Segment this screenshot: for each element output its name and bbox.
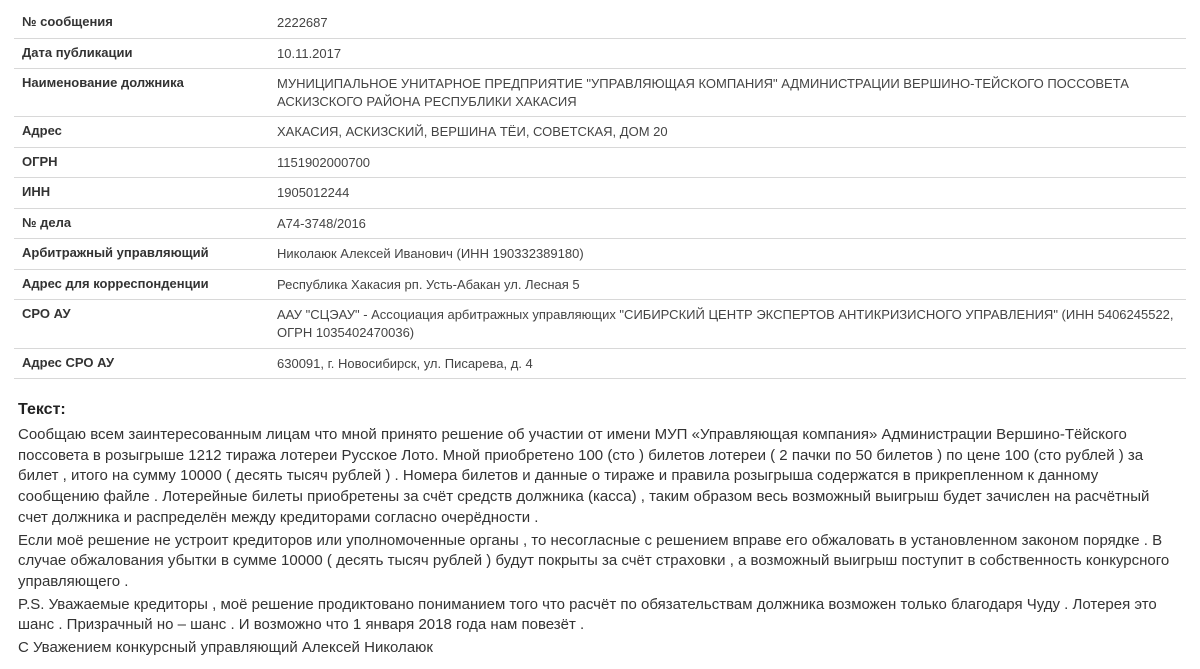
row-value: ХАКАСИЯ, АСКИЗСКИЙ, ВЕРШИНА ТЁИ, СОВЕТСК… bbox=[269, 117, 1186, 148]
text-paragraph: Если моё решение не устроит кредиторов и… bbox=[18, 531, 1182, 593]
row-label: ОГРН bbox=[14, 147, 269, 178]
table-row: СРО АУААУ "СЦЭАУ" - Ассоциация арбитражн… bbox=[14, 300, 1186, 348]
table-row: № делаА74-3748/2016 bbox=[14, 208, 1186, 239]
row-label: Наименование должника bbox=[14, 69, 269, 117]
row-value: 1905012244 bbox=[269, 178, 1186, 209]
row-value: 630091, г. Новосибирск, ул. Писарева, д.… bbox=[269, 348, 1186, 379]
row-value: Республика Хакасия рп. Усть-Абакан ул. Л… bbox=[269, 269, 1186, 300]
row-value: ААУ "СЦЭАУ" - Ассоциация арбитражных упр… bbox=[269, 300, 1186, 348]
row-label: Дата публикации bbox=[14, 38, 269, 69]
row-value: МУНИЦИПАЛЬНОЕ УНИТАРНОЕ ПРЕДПРИЯТИЕ "УПР… bbox=[269, 69, 1186, 117]
details-table-body: № сообщения2222687Дата публикации10.11.2… bbox=[14, 8, 1186, 379]
row-label: Адрес bbox=[14, 117, 269, 148]
row-label: № сообщения bbox=[14, 8, 269, 38]
table-row: Арбитражный управляющийНиколаюк Алексей … bbox=[14, 239, 1186, 270]
row-value: А74-3748/2016 bbox=[269, 208, 1186, 239]
row-value: 2222687 bbox=[269, 8, 1186, 38]
text-section: Текст: Сообщаю всем заинтересованным лиц… bbox=[14, 401, 1186, 659]
table-row: Дата публикации10.11.2017 bbox=[14, 38, 1186, 69]
text-paragraph: С Уважением конкурсный управляющий Алекс… bbox=[18, 638, 1182, 659]
table-row: Адрес для корреспонденцииРеспублика Хака… bbox=[14, 269, 1186, 300]
table-row: ИНН1905012244 bbox=[14, 178, 1186, 209]
table-row: № сообщения2222687 bbox=[14, 8, 1186, 38]
text-body: Сообщаю всем заинтересованным лицам что … bbox=[18, 425, 1182, 659]
text-paragraph: P.S. Уважаемые кредиторы , моё решение п… bbox=[18, 595, 1182, 636]
table-row: Адрес СРО АУ630091, г. Новосибирск, ул. … bbox=[14, 348, 1186, 379]
details-table: № сообщения2222687Дата публикации10.11.2… bbox=[14, 8, 1186, 379]
row-label: Адрес СРО АУ bbox=[14, 348, 269, 379]
table-row: Наименование должникаМУНИЦИПАЛЬНОЕ УНИТА… bbox=[14, 69, 1186, 117]
text-heading: Текст: bbox=[18, 401, 1182, 419]
row-label: № дела bbox=[14, 208, 269, 239]
text-paragraph: Сообщаю всем заинтересованным лицам что … bbox=[18, 425, 1182, 528]
row-value: Николаюк Алексей Иванович (ИНН 190332389… bbox=[269, 239, 1186, 270]
table-row: АдресХАКАСИЯ, АСКИЗСКИЙ, ВЕРШИНА ТЁИ, СО… bbox=[14, 117, 1186, 148]
row-value: 10.11.2017 bbox=[269, 38, 1186, 69]
row-label: СРО АУ bbox=[14, 300, 269, 348]
row-value: 1151902000700 bbox=[269, 147, 1186, 178]
table-row: ОГРН1151902000700 bbox=[14, 147, 1186, 178]
row-label: ИНН bbox=[14, 178, 269, 209]
row-label: Адрес для корреспонденции bbox=[14, 269, 269, 300]
row-label: Арбитражный управляющий bbox=[14, 239, 269, 270]
